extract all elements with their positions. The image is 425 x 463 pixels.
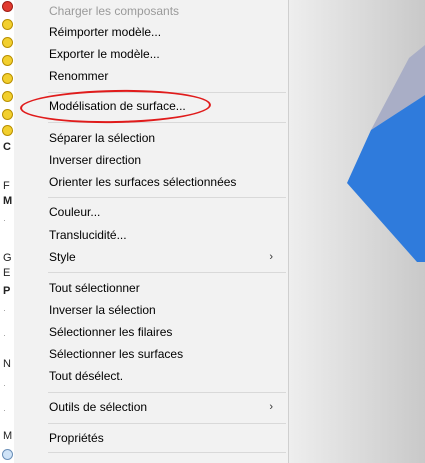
status-icon: [2, 73, 13, 84]
tree-dots: ·: [3, 305, 6, 315]
tree-label: G: [3, 252, 12, 264]
context-menu: Charger les composants Réimporter modèle…: [14, 0, 289, 463]
menu-item-inverser-selection[interactable]: Inverser la sélection: [15, 299, 287, 321]
menu-item-tout-deselect[interactable]: Tout désélect.: [15, 365, 287, 387]
menu-item-renommer[interactable]: Renommer: [15, 65, 287, 87]
status-icon: [2, 91, 13, 102]
model-tree-strip: C F M · G E P · · N · · M: [0, 0, 14, 463]
menu-separator: [48, 452, 286, 453]
menu-item-label: Translucidité...: [49, 228, 127, 242]
menu-separator: [48, 423, 286, 424]
menu-item-label: Tout désélect.: [49, 369, 124, 383]
menu-item-label: Charger les composants: [49, 4, 180, 18]
tree-label: N: [3, 358, 11, 370]
menu-item-separer-selection[interactable]: Séparer la sélection: [15, 127, 287, 149]
menu-item-label: Inverser direction: [49, 153, 142, 167]
menu-item-inverser-direction[interactable]: Inverser direction: [15, 149, 287, 171]
menu-separator: [48, 197, 286, 198]
menu-item-label: Tout sélectionner: [49, 281, 140, 295]
menu-item-tout-selectionner[interactable]: Tout sélectionner: [15, 277, 287, 299]
menu-item-label: Outils de sélection: [49, 400, 148, 414]
tree-label: E: [3, 267, 11, 279]
tree-label: M: [3, 195, 13, 207]
tree-label: C: [3, 141, 11, 153]
status-icon: [2, 125, 13, 136]
status-icon: [2, 109, 13, 120]
tree-dots: ·: [3, 380, 6, 390]
menu-separator: [48, 272, 286, 273]
menu-item-label: Sélectionner les filaires: [49, 325, 173, 339]
tree-dots: ·: [3, 215, 6, 225]
menu-item-proprietes[interactable]: Propriétés: [15, 427, 287, 449]
menu-item-selectionner-surfaces[interactable]: Sélectionner les surfaces: [15, 343, 287, 365]
menu-item-reimporter[interactable]: Réimporter modèle...: [15, 21, 287, 43]
item-icon: [2, 449, 13, 460]
tree-label: F: [3, 180, 10, 192]
menu-item-label: Propriétés: [49, 431, 104, 445]
tree-dots: ·: [3, 405, 6, 415]
menu-item-label: Sélectionner les surfaces: [49, 347, 184, 361]
menu-item-orienter-surfaces[interactable]: Orienter les surfaces sélectionnées: [15, 171, 287, 193]
status-icon: [2, 37, 13, 48]
tree-label: P: [3, 285, 11, 297]
menu-item-label: Couleur...: [49, 205, 101, 219]
menu-item-label: Réimporter modèle...: [49, 25, 162, 39]
status-icon: [2, 1, 13, 12]
menu-item-label: Exporter le modèle...: [49, 47, 160, 61]
menu-item-label: Renommer: [49, 69, 109, 83]
menu-item-selectionner-filaires[interactable]: Sélectionner les filaires: [15, 321, 287, 343]
3d-viewport[interactable]: [289, 0, 425, 463]
menu-item-label: Inverser la sélection: [49, 303, 156, 317]
menu-item-label: Séparer la sélection: [49, 131, 156, 145]
menu-item-style[interactable]: Style ›: [15, 246, 287, 268]
menu-item-label: Orienter les surfaces sélectionnées: [49, 175, 237, 189]
status-icon: [2, 55, 13, 66]
chevron-right-icon: ›: [269, 251, 273, 263]
menu-item-exporter[interactable]: Exporter le modèle...: [15, 43, 287, 65]
menu-separator: [48, 392, 286, 393]
menu-item-label: Style: [49, 250, 76, 264]
menu-item-couleur[interactable]: Couleur...: [15, 201, 287, 223]
menu-item-outils-selection[interactable]: Outils de sélection ›: [15, 396, 287, 418]
model-render: [347, 45, 425, 262]
status-icon: [2, 19, 13, 30]
tree-dots: ·: [3, 330, 6, 340]
tree-label: M: [3, 430, 13, 442]
menu-item-charger-composants[interactable]: Charger les composants: [15, 0, 287, 22]
chevron-right-icon: ›: [269, 401, 273, 413]
menu-item-translucidite[interactable]: Translucidité...: [15, 224, 287, 246]
